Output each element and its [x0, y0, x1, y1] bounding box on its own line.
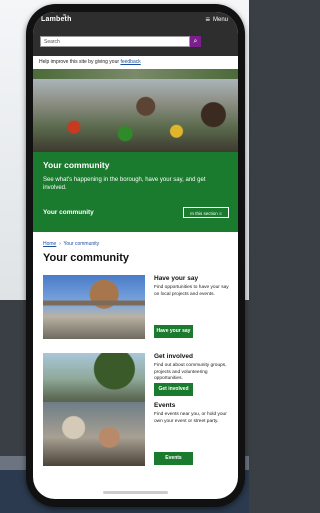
breadcrumb-current[interactable]: Your community [63, 241, 99, 247]
phone-frame: Lambeth ≈ ≡ Menu Search ⌕ Help improve t… [26, 4, 245, 507]
card-text: Find out about community groups, project… [154, 363, 227, 381]
card-image [43, 402, 145, 466]
card-have-your-say: Have your say Find opportunities to have… [43, 275, 233, 339]
hero-description: See what's happening in the borough, hav… [43, 177, 206, 191]
card-events: Events Find events near you, or hold you… [43, 402, 233, 466]
menu-icon: ≡ [205, 15, 210, 24]
card-image [43, 275, 145, 339]
breadcrumb: Home › Your community [43, 241, 100, 247]
hero-heading: Your community [43, 160, 110, 170]
card-title: Events [154, 402, 176, 409]
section-label: Your community [43, 209, 94, 216]
menu-label: Menu [212, 17, 228, 23]
have-your-say-button[interactable]: Have your say [154, 325, 193, 338]
site-logo[interactable]: Lambeth [41, 16, 72, 23]
search-bar: Search ⌕ [33, 32, 238, 56]
site-header: Lambeth ≈ ≡ Menu [33, 12, 238, 32]
card-title: Get involved [154, 353, 194, 360]
phone-screen: Lambeth ≈ ≡ Menu Search ⌕ Help improve t… [33, 12, 238, 499]
hero-panel: Your community See what's happening in t… [33, 152, 238, 232]
feedback-link[interactable]: feedback [120, 59, 140, 65]
hero-image [33, 69, 238, 152]
menu-button[interactable]: ≡ Menu [205, 15, 228, 24]
feedback-text: Help improve this site by giving your [39, 59, 121, 65]
get-involved-button[interactable]: Get involved [154, 383, 193, 396]
home-indicator [103, 491, 168, 494]
search-icon: ⌕ [193, 38, 198, 45]
events-button[interactable]: Events [154, 452, 193, 465]
breadcrumb-home[interactable]: Home [43, 241, 56, 247]
hero-awning [33, 69, 238, 79]
feedback-banner: Help improve this site by giving your fe… [33, 56, 238, 69]
page-title: Your community [43, 252, 129, 264]
card-text: Find events near you, or hold your own y… [154, 412, 227, 424]
search-input[interactable]: Search [40, 36, 190, 47]
card-text: Find opportunities to have your say on l… [154, 285, 229, 297]
in-section-label: In this section [190, 211, 218, 216]
in-this-section-button[interactable]: In this section ≡ [183, 207, 229, 218]
search-button[interactable]: ⌕ [190, 36, 201, 47]
logo-wave-icon: ≈ [63, 13, 67, 19]
card-title: Have your say [154, 275, 199, 282]
